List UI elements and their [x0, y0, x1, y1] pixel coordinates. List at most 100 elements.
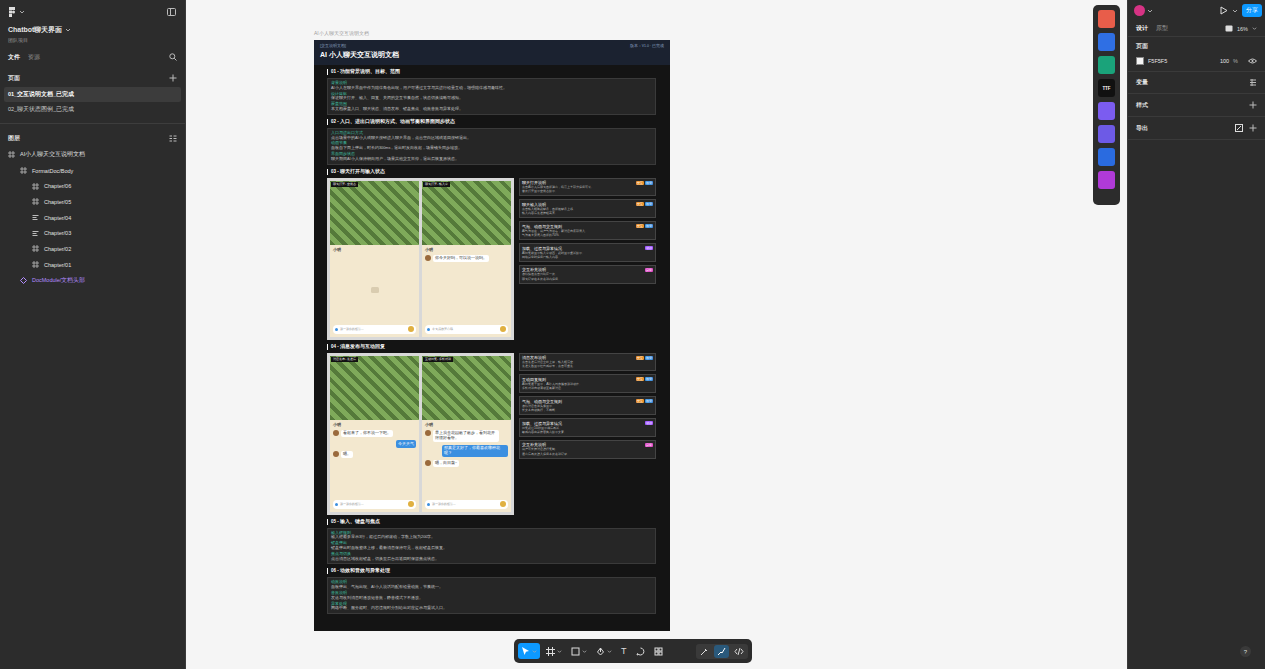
note-card: 聊天输入说明 交互视觉 点击输入框唤起键盘，面板随键盘上移。输入内容后发送按钮高… [519, 199, 656, 218]
send-button[interactable] [500, 326, 506, 332]
plugin-button[interactable] [1098, 125, 1115, 143]
right-panel-tabs: 设计 原型 16% [1128, 19, 1265, 37]
search-icon[interactable] [169, 53, 177, 61]
layers-collapse-icon[interactable] [169, 135, 177, 142]
panel-tab[interactable]: 原型 [1156, 25, 1168, 32]
tool-button[interactable] [651, 644, 666, 659]
help-button[interactable]: ? [1240, 646, 1251, 657]
figma-editor: Chatbot聊天界面 团队项目 文件资源 页面 01_交互说明文档_已完成02… [0, 0, 1265, 669]
panel-tab[interactable]: 设计 [1136, 25, 1148, 32]
chat-input[interactable]: 今天我很开心哦 [425, 325, 508, 334]
canvas[interactable]: AI小人聊天交互说明文档 [交互说明文档] 版本：V1.0 · 已完成 AI 小… [186, 0, 1127, 669]
plus-icon[interactable] [1249, 101, 1257, 109]
frame-label[interactable]: AI小人聊天交互说明文档 [314, 30, 369, 36]
layer-item[interactable]: Chapter/06 [0, 178, 185, 194]
page-item[interactable]: 02_聊天状态图例_已完成 [4, 102, 181, 117]
tool-button[interactable] [518, 643, 540, 659]
tool-button[interactable] [593, 644, 615, 659]
plugin-button[interactable] [1098, 56, 1115, 74]
chat-area: 小明 早上我去花园散了散步，看到花开得很好看呀。 那真是太好了，你最喜欢哪种花呢… [422, 420, 511, 512]
sidebar-tab[interactable]: 资源 [28, 54, 40, 61]
layer-item[interactable]: AI小人聊天交互说明文档 [0, 147, 185, 163]
chat-message: 早上我去花园散了散步，看到花开得很好看呀。 [425, 430, 508, 442]
main-menu[interactable] [8, 6, 25, 18]
file-title[interactable]: Chatbot聊天界面 [0, 20, 185, 35]
note-tag: 视觉 [645, 181, 653, 185]
frame-icon [32, 198, 39, 205]
sidebar-tabs: 文件 资源 [0, 43, 185, 67]
mode-button[interactable] [731, 645, 747, 658]
layer-item[interactable]: Chapter/05 [0, 194, 185, 210]
plugin-button[interactable]: TTF [1098, 79, 1115, 97]
doc-section: 06 - 动效和音效与异常处理 动效说明 面板弹出、气泡出现、AI小人说话均配有… [327, 568, 656, 614]
input-icon [427, 328, 430, 331]
layer-item[interactable]: Chapter/03 [0, 225, 185, 241]
layer-item[interactable]: Chapter/01 [0, 257, 185, 273]
components-icon [654, 647, 663, 656]
library-icon[interactable] [1225, 25, 1233, 32]
doc-section: 04 - 消息发布与互动回复 消息发布 - 发送后 小明 看起来了，你不说一下吧… [327, 344, 656, 515]
chat-input[interactable]: 说一说你的想法... [333, 500, 416, 509]
zoom-dropdown[interactable]: 16% [1237, 26, 1248, 32]
page-item[interactable]: 01_交互说明文档_已完成 [4, 87, 181, 102]
tool-button[interactable] [543, 644, 565, 659]
notes-column: 聊天打开说明 交互视觉 点击AI小人后聊天面板弹出，场景上半部分保留可见。首次打… [519, 178, 656, 340]
text-item: 音效说明 发送与收到消息时播放短音效，静音模式下不播放。 [331, 591, 652, 601]
tool-button[interactable]: T [618, 643, 630, 659]
layers-header: 图层 [0, 128, 185, 147]
message-bubble: 那真是太好了，你最喜欢哪种花呢？ [442, 445, 508, 457]
avatar-icon [425, 460, 431, 466]
send-button[interactable] [408, 326, 414, 332]
avatar-icon [333, 430, 339, 436]
mode-button[interactable] [714, 645, 729, 658]
plus-icon[interactable] [1249, 124, 1257, 132]
phone-mockup: 聊天打开 - 空状态 小明 说一说你的想法... [330, 181, 419, 337]
share-button[interactable]: 分享 [1242, 4, 1262, 17]
variables-icon[interactable] [1249, 79, 1257, 86]
chat-input[interactable]: 说一说你的想法... [333, 325, 416, 334]
play-icon[interactable] [1220, 6, 1228, 15]
plugin-button[interactable] [1098, 33, 1115, 51]
color-swatch[interactable] [1136, 57, 1144, 65]
export-settings-icon[interactable] [1235, 124, 1243, 132]
chat-message: 嗯，向日葵~ [425, 460, 508, 468]
sidebar-top [0, 0, 185, 20]
layer-item[interactable]: Chapter/02 [0, 241, 185, 257]
section-heading: 05 - 输入、键盘与焦点 [327, 519, 656, 525]
layer-item[interactable]: DocModule/文档头部 [0, 273, 185, 289]
mode-switch [696, 644, 748, 659]
left-sidebar: Chatbot聊天界面 团队项目 文件资源 页面 01_交互说明文档_已完成02… [0, 0, 186, 669]
user-menu[interactable] [1134, 5, 1153, 16]
component-icon [20, 277, 27, 284]
sidebar-tab[interactable]: 文件 [8, 54, 20, 61]
plugin-button[interactable] [1098, 102, 1115, 120]
section-text-box: 输入框规则 输入框最多显示3行，超过后内部滚动，字数上限为200字。键盘弹出 键… [327, 528, 656, 565]
page-color-field[interactable]: F5F5F5 100 % [1136, 57, 1257, 65]
plugin-button[interactable] [1098, 148, 1115, 166]
send-button[interactable] [408, 501, 414, 507]
chevron-down-icon[interactable] [1232, 8, 1238, 14]
eye-icon[interactable] [1248, 58, 1257, 64]
chevron-down-icon [532, 649, 537, 654]
chevron-down-icon [65, 27, 71, 33]
plugin-button[interactable] [1098, 10, 1115, 28]
phone-mockup: 消息发布 - 发送后 小明 看起来了，你不说一下吧。 今天天气 嗯。 说一说你的… [330, 356, 419, 512]
text-item: 背景说明 AI小人在聊天界面中作为陪伴角色出现，用户可通过文字与其进行轻量互动，… [331, 81, 652, 91]
doc-section: 02 - 入口、进出口说明和方式、动画节奏和界面同步状态 入口与进出口方式 点击… [327, 119, 656, 165]
note-card: 气泡、动画与交互规则 交互视觉 AI气泡居左，用户气泡居右，新消息自底部滑入。气… [519, 221, 656, 240]
send-button[interactable] [500, 501, 506, 507]
layer-item[interactable]: Chapter/04 [0, 210, 185, 226]
doc-frame[interactable]: [交互说明文档] 版本：V1.0 · 已完成 AI 小人聊天交互说明文档 01 … [314, 40, 670, 631]
mode-button[interactable] [697, 645, 712, 658]
tool-button[interactable] [633, 644, 648, 659]
plus-icon[interactable] [169, 74, 177, 82]
plugin-button[interactable] [1098, 171, 1115, 189]
tool-button[interactable] [568, 644, 590, 659]
sidebar-toggle-icon[interactable] [167, 8, 176, 16]
chat-input[interactable]: 说一说你的想法... [425, 500, 508, 509]
cursor-icon [521, 646, 530, 656]
chevron-down-icon [19, 9, 25, 15]
page-section: 页面 F5F5F5 100 % [1128, 37, 1265, 72]
note-card: 交互补充说明 异常 用户可长按消息进行复制。退出后再次进入保留本次会话记录。 [519, 440, 656, 459]
layer-item[interactable]: FormatDoc/Body [0, 163, 185, 179]
